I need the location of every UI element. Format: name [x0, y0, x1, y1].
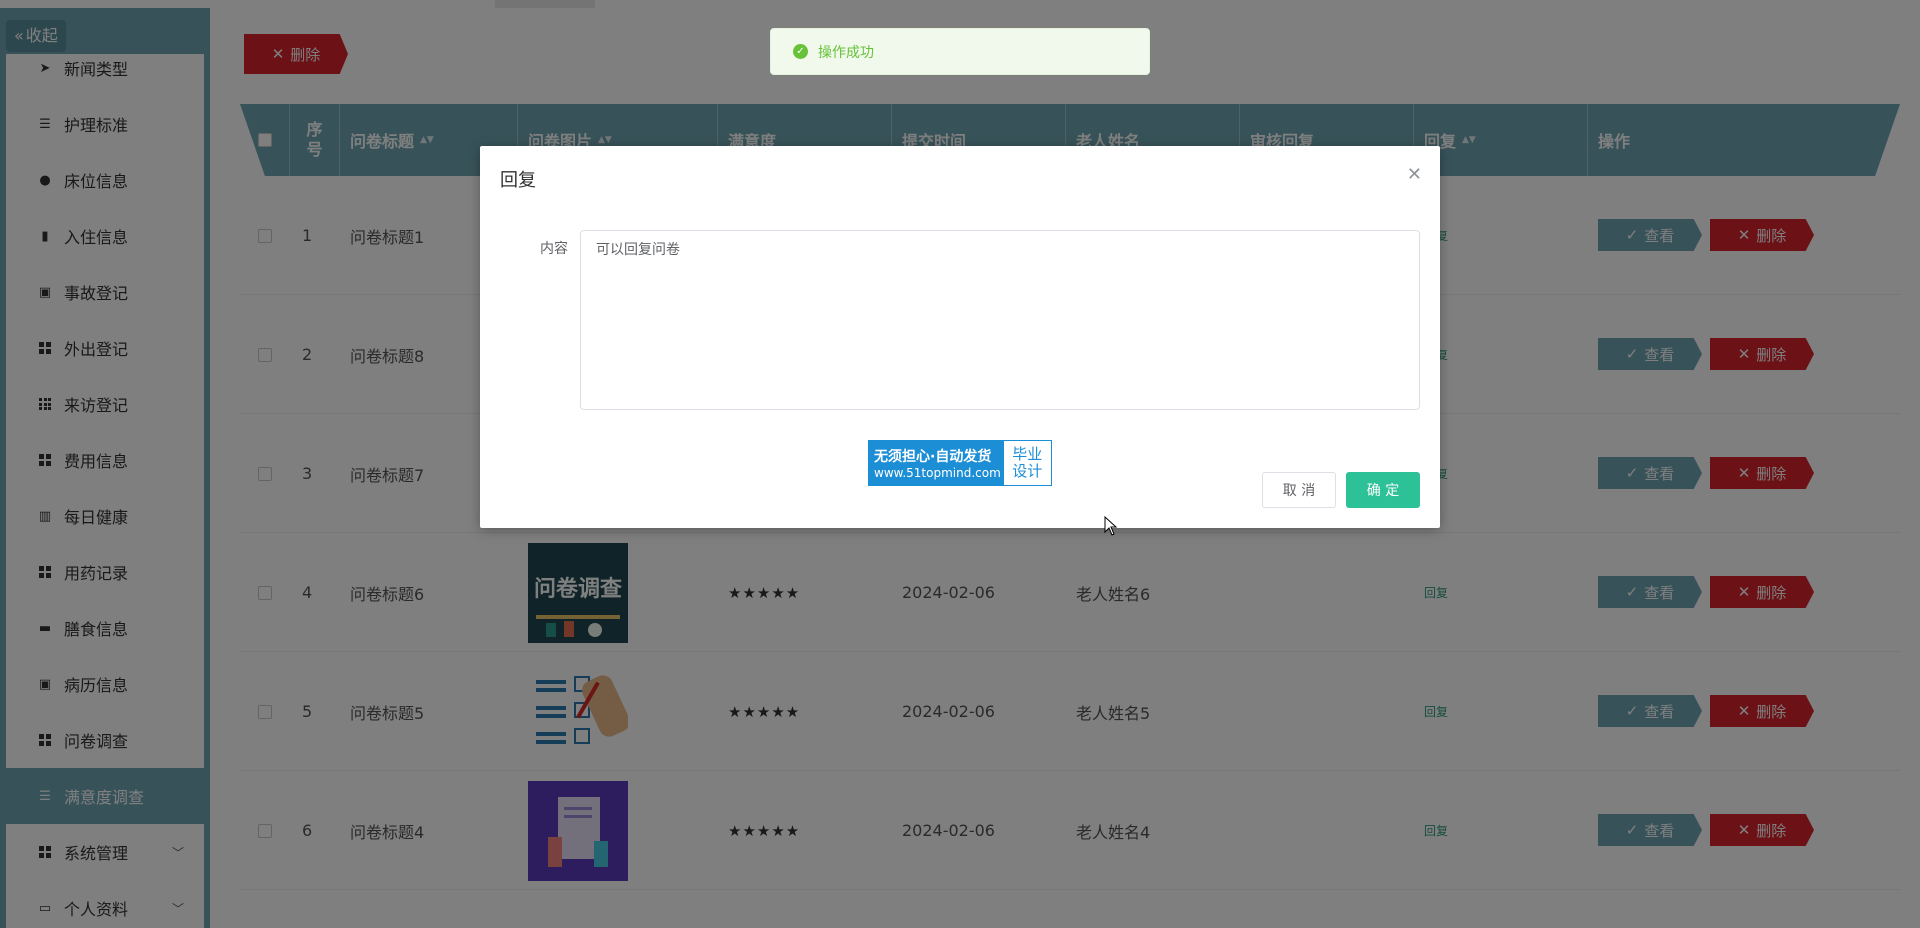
check-circle-icon: ✓	[793, 44, 808, 59]
content-label: 内容	[540, 241, 568, 257]
dialog-title: 回复	[500, 170, 536, 191]
watermark-logo: 无须担心·自动发货 www.51topmind.com 毕业 设计	[868, 440, 1052, 486]
reply-dialog: 回复 ✕ 内容 无须担心·自动发货 www.51topmind.com 毕业 设…	[480, 146, 1440, 528]
close-icon[interactable]: ✕	[1407, 164, 1422, 185]
mouse-cursor-icon	[1104, 516, 1118, 536]
cancel-button[interactable]: 取 消	[1262, 472, 1336, 508]
success-toast: ✓ 操作成功	[770, 28, 1150, 75]
confirm-button[interactable]: 确 定	[1346, 472, 1420, 508]
reply-content-textarea[interactable]	[580, 230, 1420, 410]
